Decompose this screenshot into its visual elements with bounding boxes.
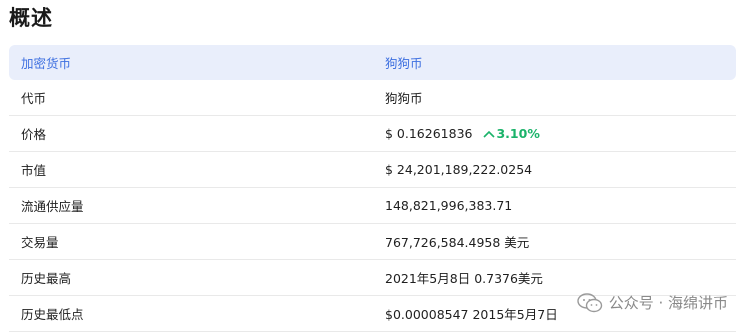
price-change: 3.10% — [483, 126, 540, 141]
row-value: $0.00008547 2015年5月7日 — [385, 307, 558, 322]
overview-table: 加密货币 狗狗币 代币 狗狗币 价格 $ 0.16261836 3.10% 市值… — [9, 45, 736, 332]
header-value: 狗狗币 — [385, 56, 423, 71]
table-row-circulating-supply: 流通供应量 148,821,996,383.71 — [9, 188, 736, 224]
header-label: 加密货币 — [21, 56, 72, 71]
table-row-price: 价格 $ 0.16261836 3.10% — [9, 116, 736, 152]
table-row-token: 代币 狗狗币 — [9, 80, 736, 116]
page-title: 概述 — [9, 6, 53, 30]
price-change-value: 3.10% — [496, 126, 540, 141]
wechat-icon — [576, 292, 602, 312]
watermark: 公众号 · 海绵讲币 — [576, 292, 728, 313]
row-label: 价格 — [21, 127, 47, 142]
row-value: $ 24,201,189,222.0254 — [385, 162, 533, 177]
row-label: 市值 — [21, 163, 47, 178]
row-label: 历史最高 — [21, 271, 72, 286]
table-row-volume: 交易量 767,726,584.4958 美元 — [9, 224, 736, 260]
row-label: 流通供应量 — [21, 199, 84, 214]
price-value: $ 0.16261836 — [385, 126, 473, 141]
row-value: 767,726,584.4958 美元 — [385, 235, 530, 250]
table-header: 加密货币 狗狗币 — [9, 45, 736, 80]
row-value: 2021年5月8日 0.7376美元 — [385, 271, 543, 286]
row-value: 148,821,996,383.71 — [385, 198, 513, 213]
watermark-text: 公众号 · 海绵讲币 — [608, 294, 728, 312]
table-row-all-time-high: 历史最高 2021年5月8日 0.7376美元 — [9, 260, 736, 296]
arrow-up-icon — [483, 130, 496, 138]
price-cell: $ 0.16261836 3.10% — [373, 126, 540, 141]
row-label: 代币 — [21, 91, 47, 106]
row-value: 狗狗币 — [385, 91, 423, 106]
row-label: 历史最低点 — [21, 307, 84, 322]
row-label: 交易量 — [21, 235, 59, 250]
table-row-market-cap: 市值 $ 24,201,189,222.0254 — [9, 152, 736, 188]
